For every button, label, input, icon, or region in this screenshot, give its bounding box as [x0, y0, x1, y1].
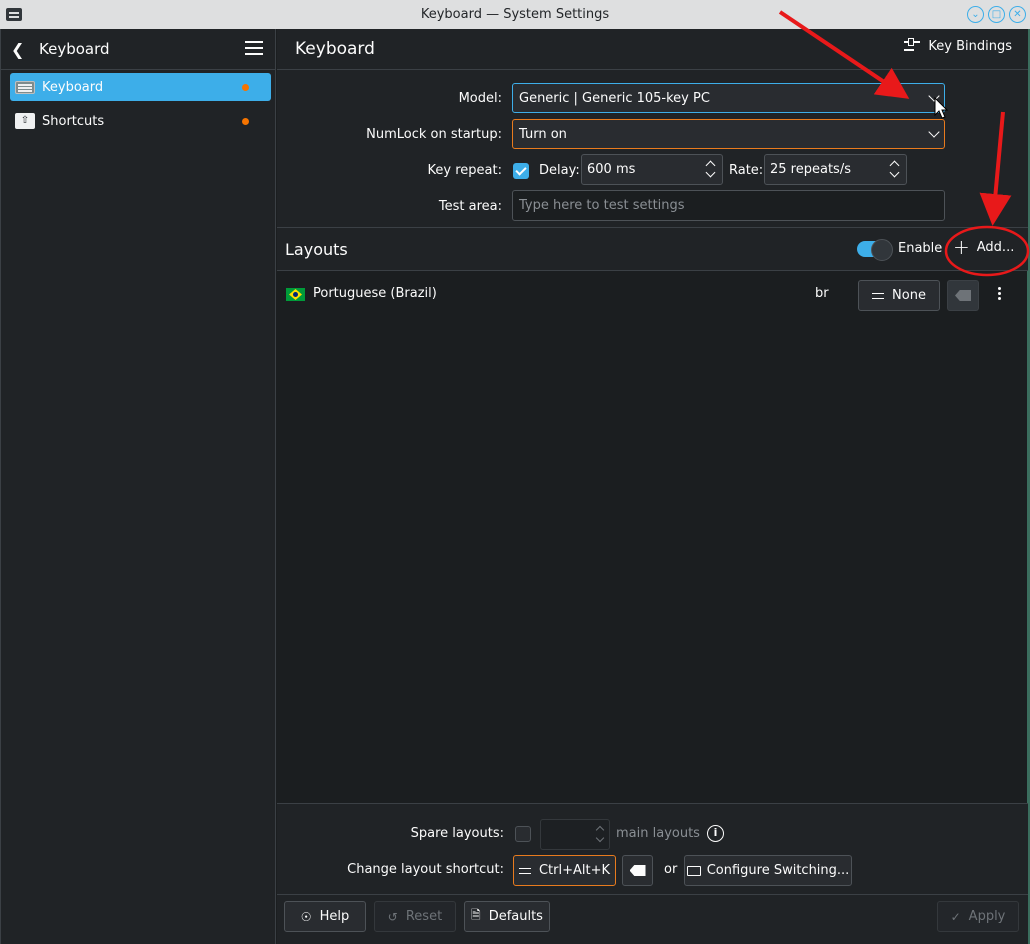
document-icon: 🗎 — [471, 908, 481, 922]
enable-label[interactable]: Enable — [898, 241, 942, 256]
modified-dot — [242, 84, 249, 91]
sliders-icon — [518, 866, 531, 876]
title-bar[interactable]: Keyboard — System Settings ⌄ □ ✕ — [0, 0, 1030, 29]
enable-layouts-toggle[interactable] — [857, 239, 893, 261]
configure-switching-button[interactable]: Configure Switching... — [684, 855, 852, 886]
more-options-icon[interactable] — [997, 287, 1001, 303]
keyboard-icon — [15, 80, 35, 94]
spin-arrows-icon[interactable] — [706, 159, 716, 179]
sidebar-title: Keyboard — [39, 40, 110, 58]
app-icon[interactable] — [6, 8, 22, 21]
main-panel: Keyboard Key Bindings Model: Generic | G… — [277, 29, 1028, 944]
backspace-icon — [955, 290, 971, 301]
model-label: Model: — [458, 91, 502, 106]
defaults-button[interactable]: 🗎 Defaults — [464, 901, 550, 932]
brazil-flag-icon — [286, 288, 305, 301]
sidebar-item-shortcuts[interactable]: ⇧ Shortcuts — [10, 107, 271, 135]
layouts-title: Layouts — [285, 240, 348, 259]
sidebar-item-label: Shortcuts — [42, 113, 105, 129]
rate-spinbox[interactable]: 25 repeats/s — [764, 154, 907, 185]
shortcut-label: Change layout shortcut: — [347, 862, 504, 877]
help-icon: ☉ — [300, 909, 312, 924]
layout-name: Portuguese (Brazil) — [313, 286, 437, 301]
checkmark-icon: ✓ — [950, 909, 961, 924]
reset-label: Reset — [405, 909, 443, 924]
spare-layouts-checkbox[interactable] — [515, 826, 531, 842]
model-value: Generic | Generic 105-key PC — [519, 90, 710, 106]
reset-icon: ↺ — [387, 909, 398, 924]
layout-list-item[interactable]: Portuguese (Brazil) br None — [277, 271, 1028, 319]
numlock-label: NumLock on startup: — [366, 127, 502, 142]
configure-label: Configure Switching... — [706, 863, 850, 878]
main-layouts-label: main layouts — [616, 826, 700, 841]
test-area-input[interactable]: Type here to test settings — [512, 190, 945, 221]
window-controls: ⌄ □ ✕ — [967, 6, 1026, 23]
maximize-icon[interactable]: □ — [988, 6, 1005, 23]
modified-dot — [242, 118, 249, 125]
sliders-icon — [872, 291, 885, 301]
page-title: Keyboard — [295, 39, 375, 59]
settings-window: ❮ Keyboard Keyboard ⇧ Shortcuts Keyboard… — [0, 29, 1028, 944]
layout-shortcut-button[interactable]: Ctrl+Alt+K — [513, 855, 616, 886]
numlock-combobox[interactable]: Turn on — [512, 119, 945, 149]
window-title: Keyboard — System Settings — [420, 7, 610, 22]
sidebar-item-label: Keyboard — [42, 79, 104, 95]
sidebar: ❮ Keyboard Keyboard ⇧ Shortcuts — [1, 29, 276, 944]
remove-layout-button[interactable] — [947, 280, 979, 311]
minimize-icon[interactable]: ⌄ — [967, 6, 984, 23]
apply-button[interactable]: ✓ Apply — [937, 901, 1019, 932]
layout-variant-button[interactable]: None — [858, 280, 940, 311]
backspace-icon — [629, 865, 646, 876]
plus-icon: + — [953, 235, 970, 259]
help-label: Help — [319, 909, 350, 924]
key-repeat-label: Key repeat: — [427, 163, 502, 178]
shortcut-value: Ctrl+Alt+K — [538, 863, 611, 878]
key-repeat-checkbox[interactable] — [513, 163, 529, 179]
info-icon[interactable]: i — [707, 825, 724, 842]
main-header: Keyboard Key Bindings — [277, 29, 1028, 70]
chevron-down-icon — [928, 90, 940, 102]
rate-value: 25 repeats/s — [770, 162, 851, 177]
sidebar-header: ❮ Keyboard — [1, 29, 275, 70]
close-icon[interactable]: ✕ — [1009, 6, 1026, 23]
keyboard-icon — [686, 865, 701, 876]
delay-value: 600 ms — [587, 162, 636, 177]
delay-spinbox[interactable]: 600 ms — [581, 154, 723, 185]
test-area-label: Test area: — [438, 199, 502, 214]
test-area-placeholder: Type here to test settings — [519, 198, 685, 213]
key-bindings-button[interactable]: Key Bindings — [904, 38, 1012, 54]
spare-layouts-spinbox[interactable] — [540, 819, 610, 850]
back-icon[interactable]: ❮ — [11, 40, 31, 59]
add-label: Add... — [976, 239, 1015, 255]
add-layout-button[interactable]: + Add... — [953, 235, 1015, 259]
model-combobox[interactable]: Generic | Generic 105-key PC — [512, 83, 945, 113]
delay-label: Delay: — [539, 163, 580, 178]
numlock-value: Turn on — [519, 126, 567, 142]
layout-code: br — [815, 286, 829, 301]
rate-label: Rate: — [729, 163, 764, 178]
defaults-label: Defaults — [488, 909, 543, 924]
layouts-header: Layouts Enable + Add... — [277, 228, 1028, 271]
hamburger-menu-icon[interactable] — [245, 41, 263, 56]
shortcuts-icon: ⇧ — [15, 113, 35, 129]
sidebar-item-keyboard[interactable]: Keyboard — [10, 73, 271, 101]
spin-arrows-icon[interactable] — [890, 159, 900, 179]
spare-layouts-label: Spare layouts: — [410, 826, 504, 841]
chevron-down-icon — [928, 126, 940, 138]
key-bindings-label: Key Bindings — [928, 38, 1012, 54]
clear-shortcut-button[interactable] — [622, 855, 653, 886]
help-button[interactable]: ☉ Help — [284, 901, 366, 932]
reset-button[interactable]: ↺ Reset — [374, 901, 456, 932]
apply-label: Apply — [968, 909, 1006, 924]
footer: ☉ Help ↺ Reset 🗎 Defaults ✓ Apply — [277, 894, 1028, 944]
or-label: or — [664, 862, 678, 877]
variant-label: None — [892, 288, 926, 303]
keyboard-settings-form: Model: Generic | Generic 105-key PC NumL… — [277, 70, 1028, 228]
sliders-icon — [904, 38, 921, 54]
